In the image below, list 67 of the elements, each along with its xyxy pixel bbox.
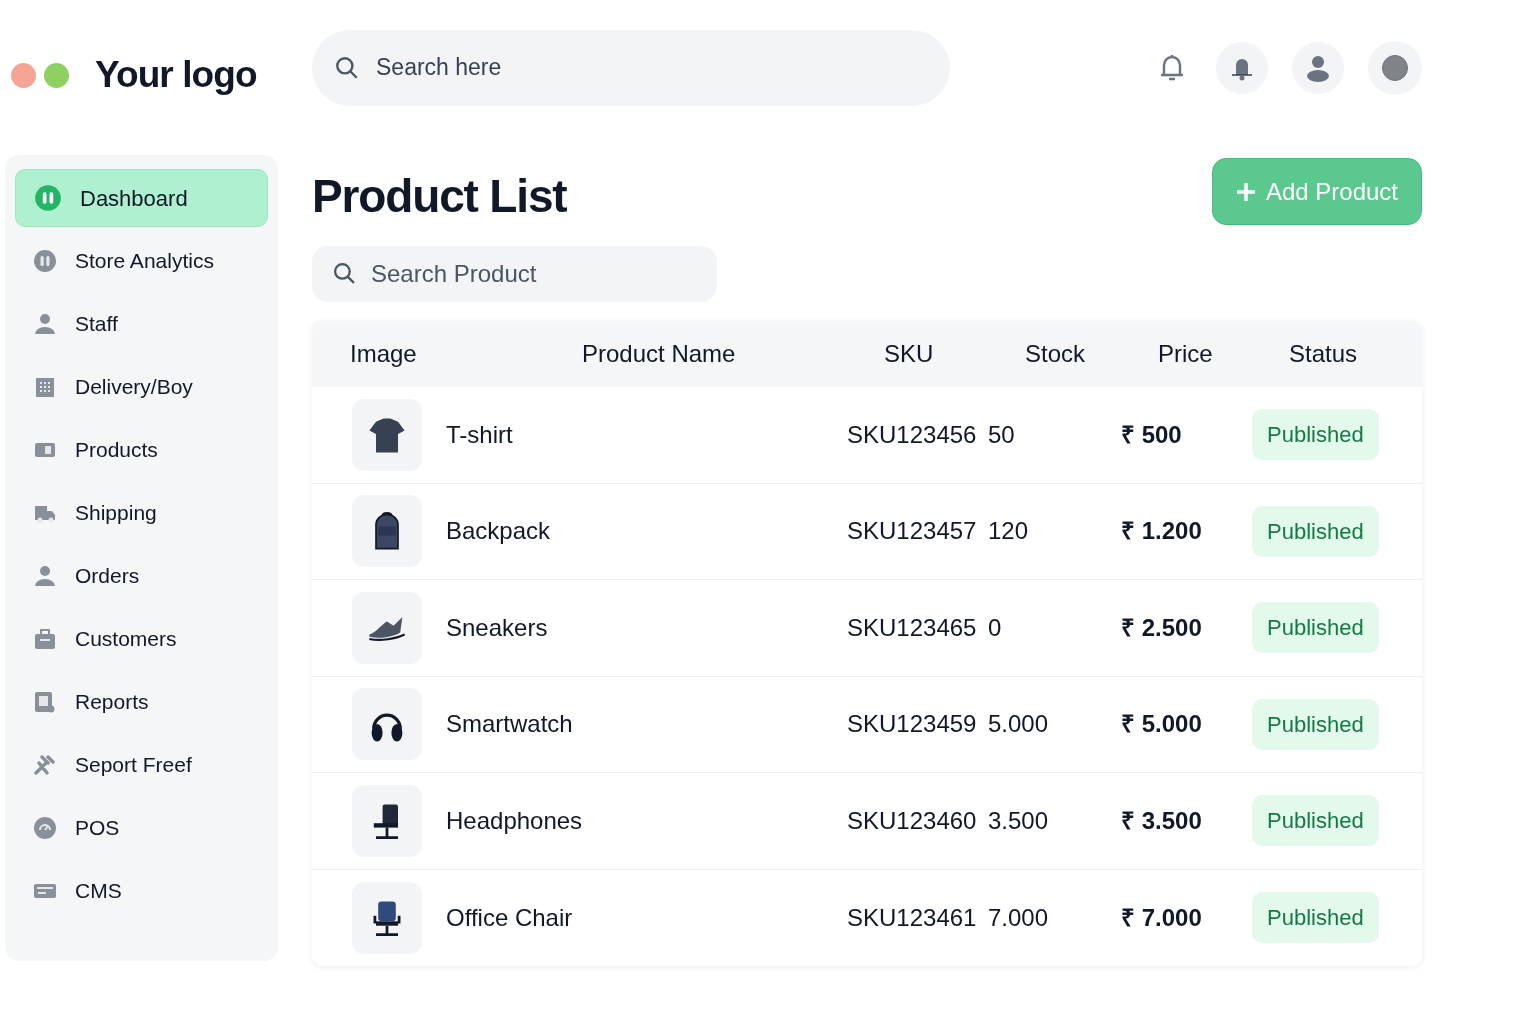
briefcase-icon <box>33 627 57 651</box>
person-icon <box>33 564 57 588</box>
product-name: Backpack <box>446 516 552 547</box>
price: ₹ 5.000 <box>1121 709 1203 740</box>
column-header: Price <box>1158 339 1214 369</box>
stock: 120 <box>988 516 1030 547</box>
sidebar-item[interactable]: Seport Freef <box>15 736 268 794</box>
search-icon <box>334 54 360 81</box>
sku: SKU123460 <box>847 805 978 836</box>
sku: SKU123457 <box>847 516 978 547</box>
status-badge: Published <box>1252 795 1379 847</box>
price: ₹ 500 <box>1121 419 1183 450</box>
sidebar-item[interactable]: Store Analytics <box>15 232 268 290</box>
sidebar-item[interactable]: Delivery/Boy <box>15 358 268 416</box>
stock: 5.000 <box>988 709 1050 740</box>
product-search-field[interactable]: Search Product <box>312 246 717 302</box>
stock: 7.000 <box>988 902 1050 933</box>
column-header: Product Name <box>582 339 737 369</box>
logo-text: Your logo <box>95 53 257 98</box>
stock: 50 <box>988 419 1016 450</box>
tools-icon <box>33 753 57 777</box>
person-icon <box>1305 53 1331 82</box>
status-badge: Published <box>1252 892 1379 944</box>
sidebar-item[interactable]: POS <box>15 799 268 857</box>
page-title: Product List <box>312 173 568 219</box>
stock: 3.500 <box>988 805 1050 836</box>
sidebar-item[interactable]: Orders <box>15 547 268 605</box>
product-name: Headphones <box>446 805 584 836</box>
avatar <box>1382 54 1408 81</box>
column-header: SKU <box>884 339 935 369</box>
column-header: Status <box>1289 339 1359 369</box>
sidebar-item[interactable]: Customers <box>15 610 268 668</box>
sidebar-item[interactable]: Reports <box>15 673 268 731</box>
status-badge: Published <box>1252 698 1379 750</box>
product-name: Office Chair <box>446 902 574 933</box>
column-header: Stock <box>1025 339 1087 369</box>
search-field[interactable]: Search here <box>312 29 950 106</box>
status-badge: Published <box>1252 409 1379 461</box>
sidebar-item[interactable]: Shipping <box>15 484 268 542</box>
sku: SKU123459 <box>847 709 978 740</box>
plus-icon <box>1235 181 1256 202</box>
product-name: Sneakers <box>446 612 549 643</box>
sidebar-item[interactable]: Products <box>15 421 268 479</box>
stock: 0 <box>988 612 1003 643</box>
sku: SKU123461 <box>847 902 978 933</box>
chart-icon <box>34 184 62 212</box>
price: ₹ 7.000 <box>1121 902 1203 933</box>
sidebar-item[interactable]: Dashboard <box>15 169 268 227</box>
sidebar-item[interactable]: Staff <box>15 295 268 353</box>
column-header: Image <box>350 339 418 369</box>
chart-icon <box>33 249 57 273</box>
product-name: T-shirt <box>446 419 514 450</box>
price: ₹ 3.500 <box>1121 805 1203 836</box>
status-badge: Published <box>1252 602 1379 654</box>
person-icon <box>33 312 57 336</box>
search-icon <box>332 261 357 286</box>
sku: SKU123456 <box>847 419 978 450</box>
bell-icon[interactable] <box>1158 52 1186 83</box>
product-name: Smartwatch <box>446 709 574 740</box>
sidebar-item[interactable]: CMS <box>15 862 268 920</box>
building-icon <box>33 375 57 399</box>
status-badge: Published <box>1252 505 1379 557</box>
sku: SKU123465 <box>847 612 978 643</box>
report-icon <box>33 690 57 714</box>
price: ₹ 1.200 <box>1121 516 1203 547</box>
gauge-icon <box>33 816 57 840</box>
price: ₹ 2.500 <box>1121 612 1203 643</box>
